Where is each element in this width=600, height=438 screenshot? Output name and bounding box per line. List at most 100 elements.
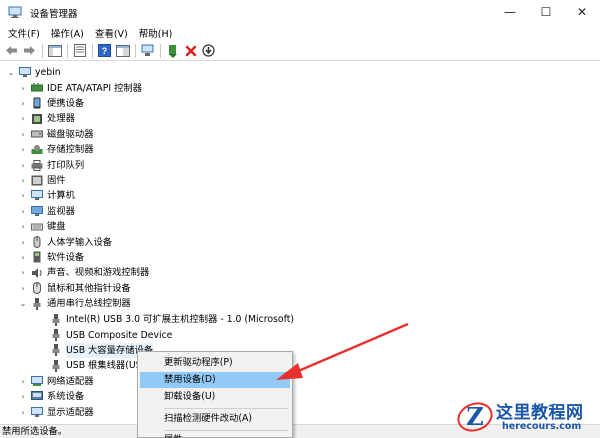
tree-item[interactable]: › 软件设备 — [18, 250, 84, 265]
usb-child-item[interactable]: USB Composite Device — [47, 327, 172, 342]
tree-item[interactable]: › 声音、视频和游戏控制器 — [18, 265, 149, 280]
tree-item[interactable]: › 打印队列 — [18, 157, 84, 172]
tree-item-label: 监视器 — [47, 205, 75, 217]
tree-item-label: 处理器 — [47, 113, 75, 125]
menu-action[interactable]: 操作(A) — [47, 26, 88, 40]
expand-arrow-icon[interactable]: › — [18, 268, 28, 277]
expand-arrow-icon[interactable]: › — [18, 191, 28, 200]
watermark-logo-icon: Z — [457, 402, 493, 432]
network-adapter-icon — [31, 375, 43, 387]
tree-item[interactable]: › 处理器 — [18, 111, 75, 126]
context-menu: 更新驱动程序(P) 禁用设备(D) 卸载设备(U) 扫描检测硬件改动(A) 属性 — [137, 351, 293, 438]
tree-item-label: 磁盘驱动器 — [47, 128, 94, 140]
display-adapter-icon — [31, 406, 43, 418]
menu-help[interactable]: 帮助(H) — [135, 26, 177, 40]
usb-plug-icon — [50, 313, 62, 326]
context-menu-properties[interactable]: 属性 — [140, 432, 290, 438]
watermark-title: 这里教程网 — [496, 403, 584, 423]
tree-item[interactable]: › 鼠标和其他指针设备 — [18, 281, 131, 296]
expand-arrow-icon[interactable]: › — [18, 145, 28, 154]
tree-item[interactable]: › 监视器 — [18, 204, 75, 219]
update-driver-icon[interactable] — [164, 42, 181, 59]
toolbar-separator — [67, 43, 68, 58]
maximize-button[interactable]: ☐ — [528, 0, 564, 24]
tree-item-system-device[interactable]: › 系统设备 — [18, 389, 84, 404]
scan-hardware-icon[interactable] — [139, 42, 156, 59]
window-title: 设备管理器 — [30, 9, 78, 20]
help-icon[interactable]: ? — [96, 42, 113, 59]
tree-item-label: 人体学输入设备 — [47, 236, 113, 248]
expand-arrow-icon[interactable]: › — [18, 114, 28, 123]
tree-item[interactable]: ⌄ 通用串行总线控制器 — [18, 296, 131, 311]
computer-icon — [31, 190, 43, 202]
tree-item[interactable]: › 人体学输入设备 — [18, 234, 112, 249]
tree-item[interactable]: › 固件 — [18, 173, 65, 188]
expand-arrow-icon[interactable]: › — [18, 222, 28, 231]
details-view-icon[interactable] — [114, 42, 131, 59]
usb-plug-icon — [50, 329, 62, 342]
show-hide-console-tree-icon[interactable] — [46, 42, 63, 59]
watermark-url: herecours.com — [502, 421, 582, 432]
disk-drive-icon — [31, 128, 43, 140]
expand-arrow-icon[interactable]: › — [18, 176, 28, 185]
context-menu-scan-hardware[interactable]: 扫描检测硬件改动(A) — [140, 411, 290, 427]
expand-arrow-icon[interactable]: › — [18, 408, 28, 417]
collapse-arrow-icon[interactable]: ⌄ — [6, 68, 16, 77]
context-menu-uninstall-device[interactable]: 卸载设备(U) — [140, 389, 290, 405]
toolbar-separator — [160, 43, 161, 58]
minimize-button[interactable]: — — [492, 0, 528, 24]
ide-controller-icon — [31, 82, 43, 94]
storage-controller-icon — [31, 144, 43, 156]
usb-child-item[interactable]: USB 根集线器(US — [47, 358, 142, 373]
tree-item[interactable]: › 键盘 — [18, 219, 65, 234]
usb-plug-icon — [50, 344, 62, 357]
tree-item[interactable]: › 磁盘驱动器 — [18, 127, 94, 142]
menu-bar: 文件(F) 操作(A) 查看(V) 帮助(H) — [0, 24, 600, 41]
expand-arrow-icon[interactable]: › — [18, 84, 28, 93]
context-menu-separator — [164, 408, 288, 409]
expand-arrow-icon[interactable]: › — [18, 207, 28, 216]
close-button[interactable]: ✕ — [564, 0, 600, 24]
toolbar: ? — [0, 41, 600, 61]
expand-arrow-icon[interactable]: › — [18, 161, 28, 170]
sound-icon — [31, 267, 43, 279]
tree-item-display-adapter[interactable]: › 显示适配器 — [18, 404, 94, 419]
computer-icon — [19, 67, 31, 79]
expand-arrow-icon[interactable]: › — [18, 130, 28, 139]
hid-icon — [31, 236, 43, 249]
tree-item-network-adapter[interactable]: › 网络适配器 — [18, 374, 94, 389]
software-device-icon — [31, 251, 43, 263]
uninstall-device-icon[interactable] — [200, 42, 217, 59]
tree-item-label: 软件设备 — [47, 251, 85, 263]
tree-root[interactable]: ⌄ yebin — [6, 65, 61, 80]
expand-arrow-icon[interactable]: › — [18, 238, 28, 247]
usb-child-item[interactable]: Intel(R) USB 3.0 可扩展主机控制器 - 1.0 (Microso… — [47, 312, 294, 327]
back-icon[interactable] — [3, 42, 20, 59]
expand-arrow-icon[interactable]: › — [18, 253, 28, 262]
collapse-arrow-icon[interactable]: ⌄ — [18, 299, 28, 308]
expand-arrow-icon[interactable]: › — [18, 99, 28, 108]
tree-item-label: 便携设备 — [47, 97, 85, 109]
device-tree: ⌄ yebin › IDE ATA/ATAPI 控制器 › 便携设备 › 处理器 › 磁盘驱动… — [0, 62, 600, 424]
tree-item-label: 计算机 — [47, 190, 75, 202]
usb-child-label: Intel(R) USB 3.0 可扩展主机控制器 - 1.0 (Microso… — [66, 314, 294, 326]
tree-item[interactable]: › 计算机 — [18, 188, 75, 203]
properties-icon[interactable] — [71, 42, 88, 59]
tree-item[interactable]: › 便携设备 — [18, 96, 84, 111]
disable-device-icon[interactable] — [182, 42, 199, 59]
monitor-icon — [31, 205, 43, 217]
forward-icon[interactable] — [21, 42, 38, 59]
tree-root-label: yebin — [35, 67, 61, 79]
tree-item-label: 声音、视频和游戏控制器 — [47, 267, 150, 279]
toolbar-separator — [42, 43, 43, 58]
context-menu-update-driver[interactable]: 更新驱动程序(P) — [140, 355, 290, 371]
expand-arrow-icon[interactable]: › — [18, 377, 28, 386]
tree-item[interactable]: › 存储控制器 — [18, 142, 93, 157]
expand-arrow-icon[interactable]: › — [18, 392, 28, 401]
usb-child-label: USB Composite Device — [66, 329, 173, 341]
tree-item[interactable]: › IDE ATA/ATAPI 控制器 — [18, 80, 142, 95]
menu-file[interactable]: 文件(F) — [4, 26, 44, 40]
context-menu-disable-device[interactable]: 禁用设备(D) — [140, 372, 290, 388]
menu-view[interactable]: 查看(V) — [91, 26, 132, 40]
expand-arrow-icon[interactable]: › — [18, 284, 28, 293]
